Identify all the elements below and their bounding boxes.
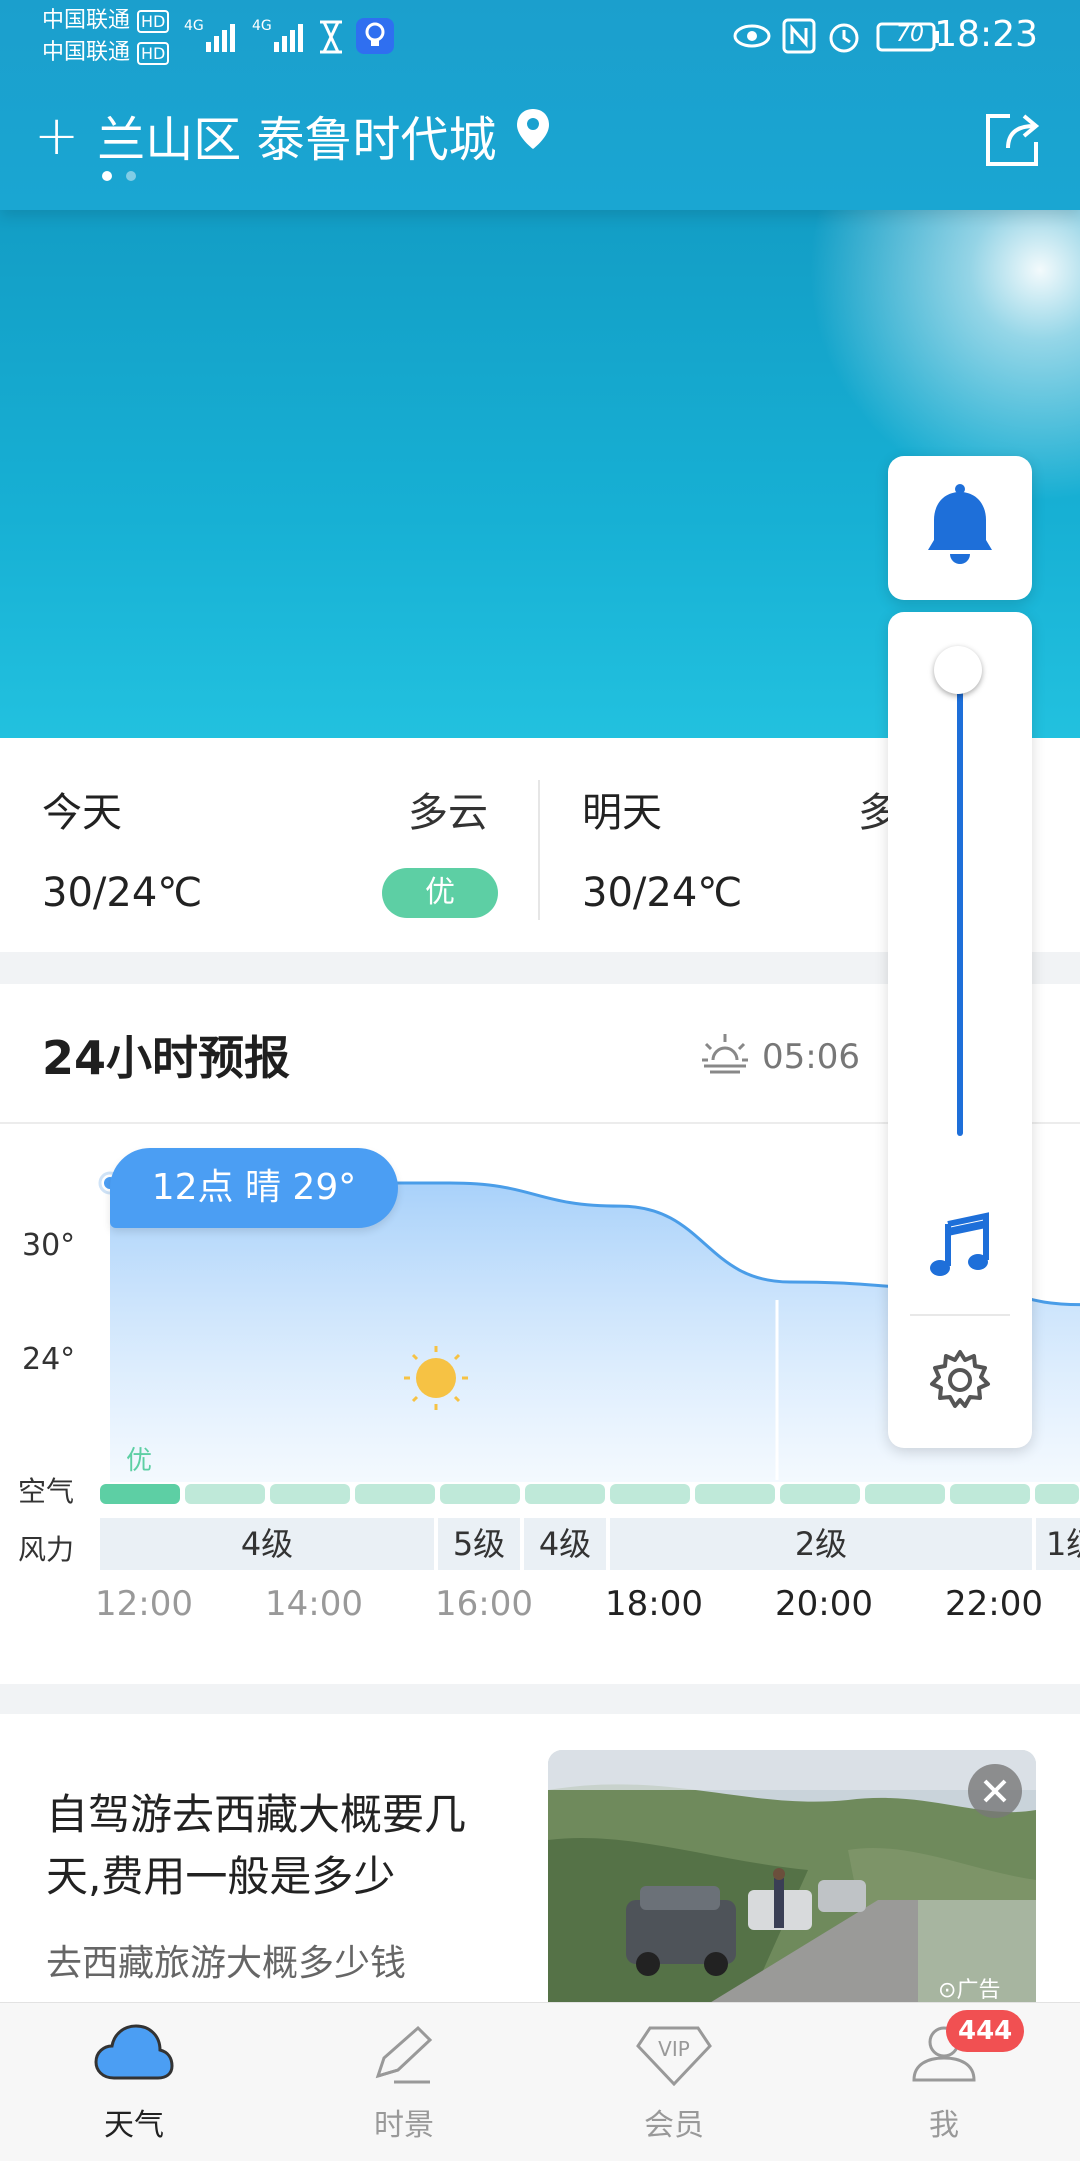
air-quality-segment [695,1484,775,1504]
music-note-icon[interactable] [924,1210,996,1286]
today-label: 今天 [42,790,122,836]
news-subtitle: 去西藏旅游大概多少钱 [46,1943,407,1984]
hour-label: 14:00 [265,1584,363,1624]
volume-slider-thumb[interactable] [934,646,982,694]
bell-icon [928,484,992,564]
share-icon[interactable] [980,108,1044,176]
location-title: 兰山区 泰鲁时代城 [97,112,497,168]
air-quality-segment [865,1484,945,1504]
page-dot-active [102,171,112,181]
page-dot [126,171,136,181]
nav-weather[interactable]: 天气 [64,2022,204,2144]
wind-row-label: 风力 [18,1533,75,1566]
hour-label: 22:00 [945,1584,1043,1624]
bell-card[interactable] [888,456,1032,600]
news-title[interactable]: 自驾游去西藏大概要几天,费用一般是多少 [46,1784,516,1908]
day-divider [538,780,540,920]
nav-moments-label: 时景 [374,2108,434,2143]
air-quality-segment [950,1484,1030,1504]
nav-me-label: 我 [929,2108,959,2143]
today-condition: 多云 [408,790,488,836]
status-time: 18:23 [934,14,1038,55]
air-quality-segment [270,1484,350,1504]
hour-label: 16:00 [435,1584,533,1624]
status-carrier-2: 中国联通 HD [42,38,170,69]
add-city-button[interactable]: + [34,104,79,167]
vip-diamond-icon: VIP [636,2026,712,2087]
today-temp: 30/24℃ [42,870,203,916]
sunrise-time: 05:06 [700,1030,860,1083]
air-quality-segment [440,1484,520,1504]
wind-segment: 2级 [610,1518,1032,1570]
wind-segment: 5级 [438,1518,520,1570]
volume-panel [888,612,1032,1448]
settings-gear-icon[interactable] [928,1348,992,1416]
tomorrow-label: 明天 [582,790,662,836]
svg-text:4G: 4G [184,18,204,34]
air-quality-segment [780,1484,860,1504]
nav-vip[interactable]: VIP 会员 [604,2022,744,2144]
hour-label: 12:00 [95,1584,193,1624]
hour-label: 18:00 [605,1584,703,1624]
signal-icon: 4G 4G [182,14,402,62]
location-bar[interactable]: + 兰山区 泰鲁时代城 [34,100,551,170]
nav-weather-label: 天气 [104,2108,164,2143]
today-aqi-badge: 优 [382,868,498,918]
sunrise-icon [700,1030,750,1083]
air-quality-label: 优 [126,1446,153,1476]
pencil-icon [375,2025,433,2084]
hourly-forecast-title: 24小时预报 [42,1031,291,1085]
air-quality-segment [1035,1484,1079,1504]
air-quality-segment [525,1484,605,1504]
svg-text:VIP: VIP [658,2037,690,2061]
page-indicator [102,166,150,185]
air-quality-segment [610,1484,690,1504]
hour-label: 20:00 [775,1584,873,1624]
volume-slider-track[interactable] [957,682,963,1136]
ad-info-icon: ⊙ [938,1978,957,2003]
cloud-icon [94,2024,174,2080]
battery-level: 70 [896,22,924,47]
panel-divider [910,1314,1010,1316]
air-quality-segment [355,1484,435,1504]
news-image[interactable] [548,1750,1036,2004]
current-hour-tooltip: 12点 晴 29° [110,1148,398,1228]
nav-moments[interactable]: 时景 [334,2022,474,2144]
air-quality-segment [185,1484,265,1504]
close-ad-button[interactable] [968,1764,1022,1818]
notification-badge: 444 [946,2010,1025,2052]
ad-tag: ⊙广告 [938,1978,1001,2003]
nav-vip-label: 会员 [644,2108,704,2143]
wind-segment: 1级 [1036,1518,1080,1570]
wind-segment: 4级 [524,1518,606,1570]
wind-segment: 4级 [100,1518,434,1570]
tomorrow-temp: 30/24℃ [582,870,743,916]
air-quality-segment [100,1484,180,1504]
location-pin-icon [515,107,551,163]
status-carrier-1: 中国联通 HD [42,6,170,37]
svg-text:4G: 4G [252,18,272,34]
air-row-label: 空气 [18,1475,75,1508]
close-icon [983,1779,1007,1803]
